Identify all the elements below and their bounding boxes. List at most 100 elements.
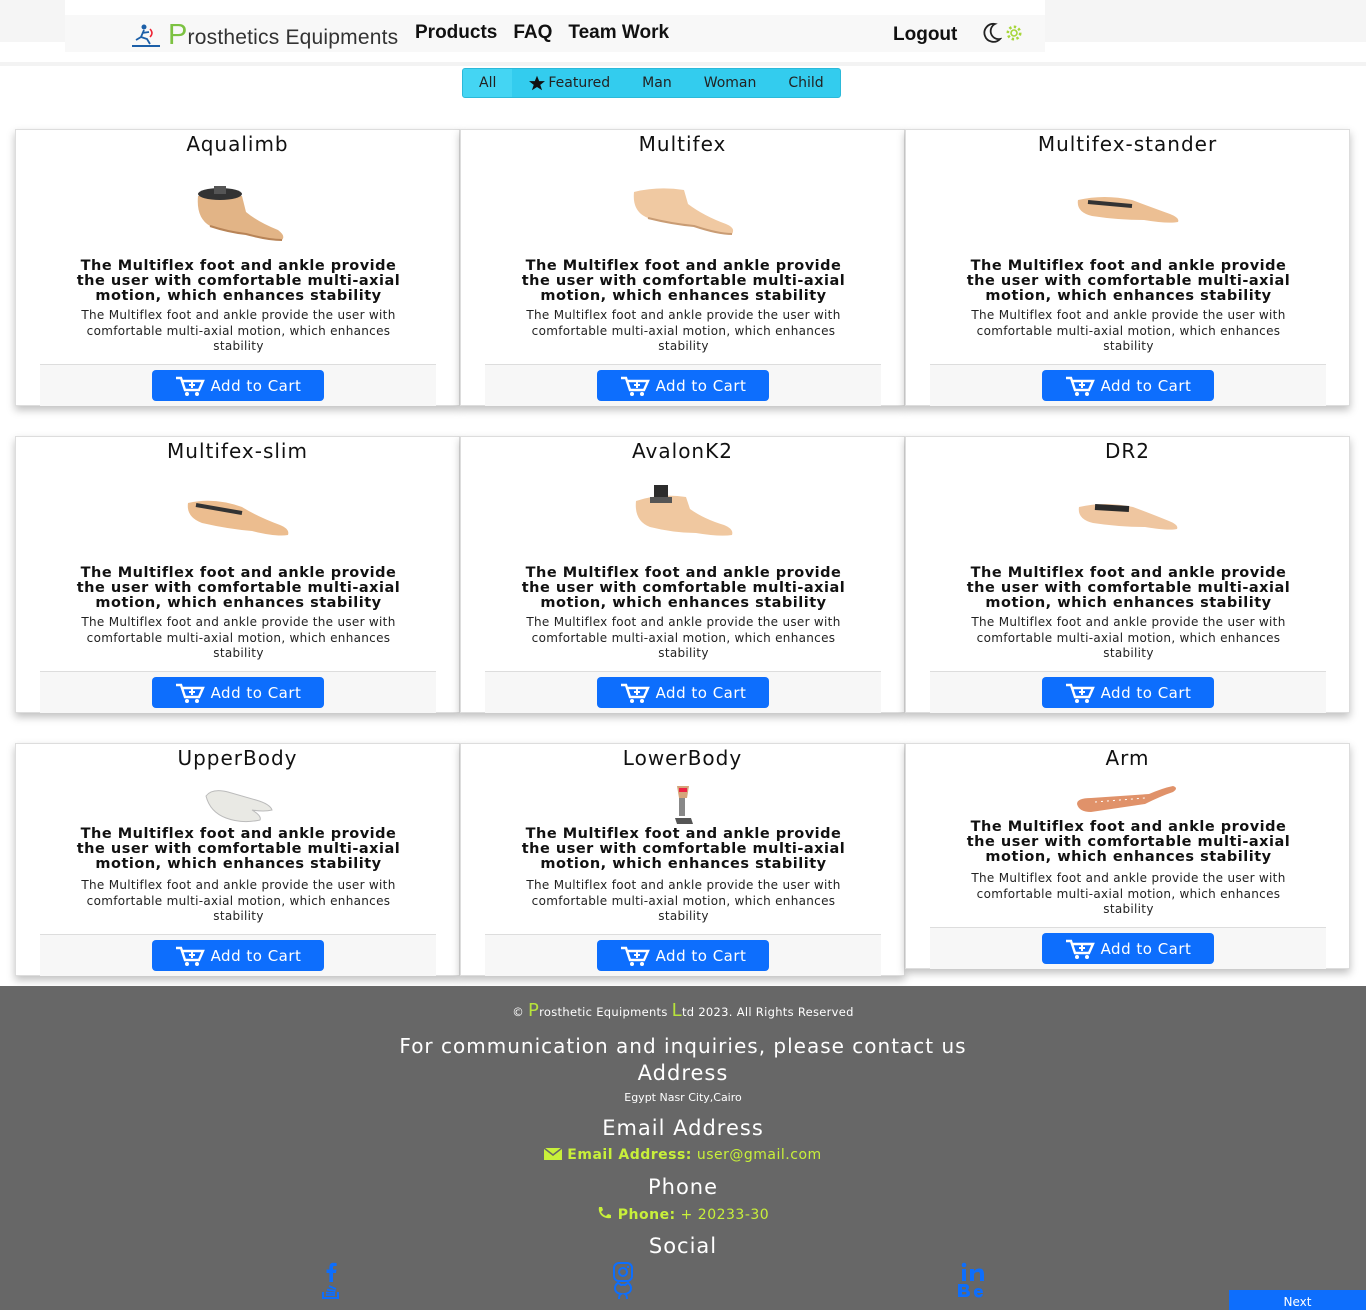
product-image xyxy=(1078,504,1177,530)
social-col-left xyxy=(311,1262,351,1300)
card-heading: The Multiflex foot and ankle provide the… xyxy=(76,826,401,872)
phone-number: + 20233-30 xyxy=(680,1207,770,1223)
filter-man[interactable]: Man xyxy=(626,69,688,97)
card-description: The Multiflex foot and ankle provide the… xyxy=(526,615,841,660)
category-filter: All Featured Man Woman Child xyxy=(462,68,841,98)
filter-woman[interactable]: Woman xyxy=(688,69,773,97)
card-footer: Add to Cart xyxy=(930,927,1326,969)
add-to-cart-label: Add to Cart xyxy=(210,946,302,965)
next-button[interactable]: Next xyxy=(1229,1290,1366,1310)
address-text: Egypt Nasr City,Cairo xyxy=(624,1091,742,1104)
phone-icon xyxy=(598,1207,611,1219)
navbar-divider xyxy=(0,62,1366,66)
add-to-cart-button[interactable]: Add to Cart xyxy=(152,370,324,401)
instagram-icon[interactable] xyxy=(610,1262,636,1282)
moon-icon[interactable] xyxy=(982,22,1002,44)
social-heading: Social xyxy=(648,1234,718,1258)
card-description: The Multiflex foot and ankle provide the… xyxy=(526,878,841,923)
product-image xyxy=(1076,786,1176,812)
contact-heading: For communication and inquiries, please … xyxy=(399,1034,967,1058)
cart-icon xyxy=(620,683,650,703)
behance-icon[interactable] xyxy=(956,1282,994,1298)
card-footer: Add to Cart xyxy=(485,934,881,976)
cart-icon xyxy=(620,946,650,966)
add-to-cart-label: Add to Cart xyxy=(210,376,302,395)
theme-toggle xyxy=(982,22,1024,44)
email-label: Email Address: xyxy=(567,1147,692,1163)
brand-name: Prosthetics Equipments xyxy=(168,18,399,51)
card-heading: The Multiflex foot and ankle provide the… xyxy=(76,258,401,304)
card-description: The Multiflex foot and ankle provide the… xyxy=(526,308,841,353)
phone-line: Phone: + 20233-30 xyxy=(0,1206,1366,1223)
card-footer: Add to Cart xyxy=(40,934,436,976)
card-title: Aqualimb xyxy=(186,132,289,156)
product-image xyxy=(187,500,288,536)
filter-label: All xyxy=(479,75,497,91)
filter-label: Featured xyxy=(548,75,611,91)
logout-link[interactable]: Logout xyxy=(893,24,957,46)
facebook-icon[interactable] xyxy=(320,1262,342,1282)
product-card-upperbody: UpperBody The Multiflex foot and ankle p… xyxy=(15,743,460,976)
add-to-cart-label: Add to Cart xyxy=(655,376,747,395)
card-title: LowerBody xyxy=(622,746,743,770)
add-to-cart-button[interactable]: Add to Cart xyxy=(1042,933,1214,964)
card-title: AvalonK2 xyxy=(632,439,733,463)
filter-label: Child xyxy=(788,75,824,91)
card-description: The Multiflex foot and ankle provide the… xyxy=(81,615,396,660)
card-description: The Multiflex foot and ankle provide the… xyxy=(971,615,1286,660)
product-image xyxy=(635,485,732,536)
cart-icon xyxy=(1065,376,1095,396)
card-title: DR2 xyxy=(1104,439,1151,463)
cart-icon xyxy=(620,376,650,396)
add-to-cart-button[interactable]: Add to Cart xyxy=(597,370,769,401)
product-image xyxy=(204,790,273,823)
cart-icon xyxy=(1065,683,1095,703)
filter-featured[interactable]: Featured xyxy=(512,69,626,97)
email-link[interactable]: user@gmail.com xyxy=(697,1147,822,1163)
social-col-right xyxy=(955,1262,995,1298)
product-card-multifex-slim: Multifex-slim The Multiflex foot and ank… xyxy=(15,436,460,713)
card-heading: The Multiflex foot and ankle provide the… xyxy=(966,819,1291,865)
nav-link-faq[interactable]: FAQ xyxy=(513,22,552,44)
add-to-cart-label: Add to Cart xyxy=(655,683,747,702)
add-to-cart-button[interactable]: Add to Cart xyxy=(1042,370,1214,401)
card-heading: The Multiflex foot and ankle provide the… xyxy=(521,258,846,304)
email-heading: Email Address xyxy=(602,1116,764,1140)
add-to-cart-label: Add to Cart xyxy=(655,946,747,965)
add-to-cart-button[interactable]: Add to Cart xyxy=(1042,677,1214,708)
product-card-arm: Arm The Multiflex foot and ankle provide… xyxy=(905,743,1350,969)
card-footer: Add to Cart xyxy=(930,671,1326,713)
cart-icon xyxy=(175,683,205,703)
card-footer: Add to Cart xyxy=(40,364,436,406)
card-title: UpperBody xyxy=(177,746,298,770)
add-to-cart-label: Add to Cart xyxy=(210,683,302,702)
card-title: Arm xyxy=(1105,746,1150,770)
card-title: Multifex-slim xyxy=(167,439,308,463)
nav-link-products[interactable]: Products xyxy=(415,22,497,44)
filter-all[interactable]: All xyxy=(463,69,513,97)
copyright: © Prosthetic Equipments Ltd 2023. All Ri… xyxy=(512,1000,854,1021)
nav-links: Products FAQ Team Work xyxy=(415,22,669,44)
filter-child[interactable]: Child xyxy=(772,69,839,97)
phone-label: Phone: xyxy=(617,1207,676,1223)
linkedin-icon[interactable] xyxy=(960,1262,990,1282)
add-to-cart-button[interactable]: Add to Cart xyxy=(597,940,769,971)
card-footer: Add to Cart xyxy=(485,671,881,713)
card-heading: The Multiflex foot and ankle provide the… xyxy=(76,565,401,611)
add-to-cart-button[interactable]: Add to Cart xyxy=(152,940,324,971)
brand-logo-icon xyxy=(132,24,160,47)
github-icon[interactable] xyxy=(610,1282,636,1300)
gear-icon[interactable] xyxy=(1004,23,1024,43)
product-card-multifex: Multifex The Multiflex foot and ankle pr… xyxy=(460,129,905,406)
social-col-middle xyxy=(603,1262,643,1300)
stackoverflow-icon[interactable] xyxy=(320,1282,342,1300)
address-heading: Address xyxy=(637,1061,729,1085)
card-description: The Multiflex foot and ankle provide the… xyxy=(971,308,1286,353)
brand[interactable]: Prosthetics Equipments xyxy=(130,18,398,52)
add-to-cart-label: Add to Cart xyxy=(1100,939,1192,958)
add-to-cart-button[interactable]: Add to Cart xyxy=(597,677,769,708)
nav-link-team-work[interactable]: Team Work xyxy=(568,22,669,44)
add-to-cart-button[interactable]: Add to Cart xyxy=(152,677,324,708)
card-title: Multifex xyxy=(638,132,727,156)
card-heading: The Multiflex foot and ankle provide the… xyxy=(966,258,1291,304)
